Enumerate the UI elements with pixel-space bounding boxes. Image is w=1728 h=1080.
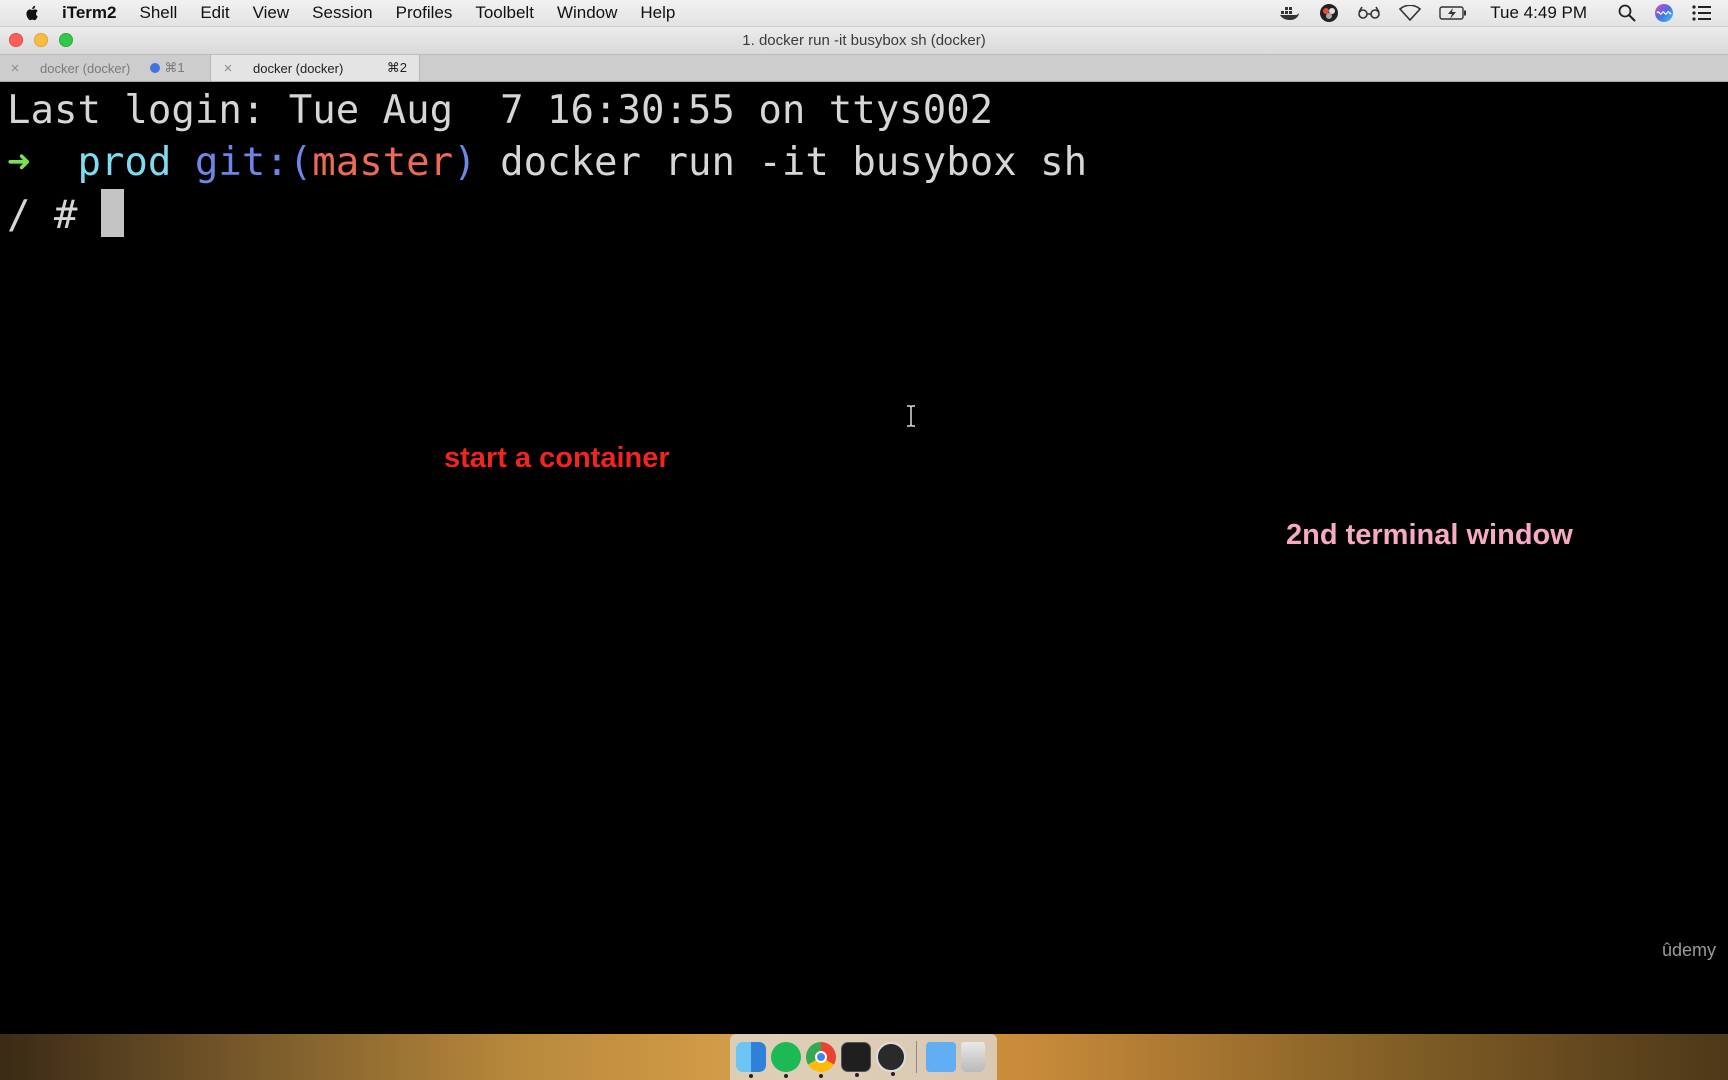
tab-close-icon[interactable]: × xyxy=(221,60,235,77)
udemy-watermark: ûdemy xyxy=(1661,940,1716,960)
terminal-line-last-login: Last login: Tue Aug 7 16:30:55 on ttys00… xyxy=(7,88,994,133)
menu-help[interactable]: Help xyxy=(640,3,675,23)
obs-status-icon[interactable] xyxy=(1319,3,1339,23)
menu-view[interactable]: View xyxy=(253,3,290,23)
iterm-icon[interactable] xyxy=(841,1042,871,1077)
terminal-session[interactable] xyxy=(0,82,1728,1034)
prompt-arrow-icon: ➜ xyxy=(7,140,31,185)
window-title-bar[interactable]: 1. docker run -it busybox sh (docker) xyxy=(0,27,1728,55)
dock-separator xyxy=(916,1041,917,1073)
menu-app-iterm2[interactable]: iTerm2 xyxy=(62,3,117,23)
shell-prompt: / # xyxy=(7,193,101,238)
ibeam-mouse-cursor-icon xyxy=(907,405,915,427)
terminal-line-command: ➜ prod git:(master) docker run -it busyb… xyxy=(7,137,1087,189)
running-indicator xyxy=(891,1072,895,1076)
terminal-command: docker run -it busybox sh xyxy=(500,140,1088,185)
text-cursor xyxy=(100,189,124,237)
tab-shortcut: ⌘2 xyxy=(386,60,407,75)
menu-shell[interactable]: Shell xyxy=(140,3,178,23)
prompt-git-branch: master xyxy=(312,140,454,185)
running-indicator xyxy=(855,1073,859,1077)
menu-edit[interactable]: Edit xyxy=(200,3,229,23)
terminal-line-shell-prompt[interactable]: / # xyxy=(7,189,124,242)
annotation-second-terminal-window: 2nd terminal window xyxy=(1286,519,1573,551)
tab-shortcut: ⌘1 xyxy=(164,60,185,75)
tab-close-icon[interactable]: × xyxy=(8,60,22,77)
window-title: 1. docker run -it busybox sh (docker) xyxy=(742,32,986,49)
spotify-icon[interactable] xyxy=(771,1042,801,1078)
notification-center-icon[interactable] xyxy=(1692,5,1712,21)
tab-2[interactable]: × docker (docker) ⌘2 xyxy=(210,55,420,81)
battery-icon[interactable] xyxy=(1439,6,1467,20)
spotlight-search-icon[interactable] xyxy=(1618,4,1636,22)
trash-icon[interactable] xyxy=(961,1042,985,1072)
wifi-icon[interactable] xyxy=(1399,5,1422,21)
tab-activity-indicator xyxy=(150,63,161,73)
running-indicator xyxy=(784,1074,788,1078)
tab-label: docker (docker) xyxy=(40,60,131,76)
obs-icon[interactable] xyxy=(876,1042,906,1076)
menu-window[interactable]: Window xyxy=(557,3,617,23)
menu-session[interactable]: Session xyxy=(312,3,372,23)
tab-label: docker (docker) xyxy=(253,60,344,76)
tab-bar: × docker (docker) ⌘1 × docker (docker) ⌘… xyxy=(0,55,1728,82)
menu-toolbelt[interactable]: Toolbelt xyxy=(475,3,534,23)
running-indicator xyxy=(819,1074,823,1078)
finder-icon[interactable] xyxy=(736,1042,766,1078)
prompt-directory: prod xyxy=(77,140,172,185)
tab-1[interactable]: × docker (docker) ⌘1 xyxy=(0,55,210,81)
dock xyxy=(730,1034,997,1080)
prompt-git-suffix: ) xyxy=(453,140,477,185)
menu-bar: iTerm2 Shell Edit View Session Profiles … xyxy=(0,0,1728,27)
menubar-clock[interactable]: Tue 4:49 PM xyxy=(1490,3,1587,23)
siri-icon[interactable] xyxy=(1654,3,1674,23)
chrome-icon[interactable] xyxy=(806,1042,836,1078)
accessibility-glasses-icon[interactable] xyxy=(1357,6,1381,20)
menu-profiles[interactable]: Profiles xyxy=(396,3,453,23)
apple-menu-icon[interactable] xyxy=(24,4,42,22)
prompt-git-prefix: git:( xyxy=(194,140,313,185)
docker-status-icon[interactable] xyxy=(1279,5,1301,21)
annotation-start-container: start a container xyxy=(444,442,670,474)
folder-icon[interactable] xyxy=(926,1042,956,1072)
running-indicator xyxy=(749,1074,753,1078)
